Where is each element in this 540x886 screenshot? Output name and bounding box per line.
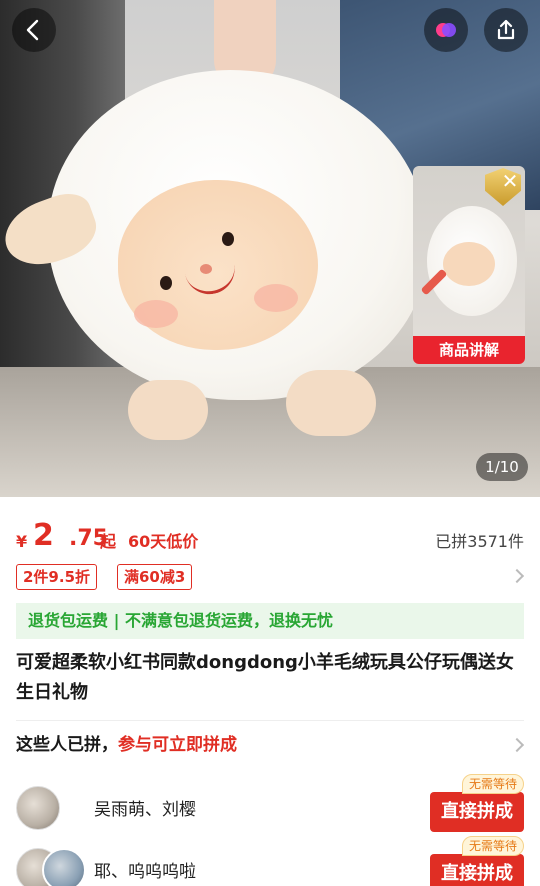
video-thumbnail-face: [443, 242, 495, 286]
product-explain-video[interactable]: ✕ 商品讲解: [413, 166, 525, 364]
low-price-tag: 60天低价: [128, 532, 199, 551]
group-buy-row: 耶、呜呜呜啦 直接拼成 无需等待: [16, 836, 524, 886]
heart-badge-icon: [436, 23, 456, 37]
group-buy-header-highlight: 参与可立即拼成: [118, 735, 237, 755]
group-buy-row: 吴雨萌、刘樱 直接拼成 无需等待: [16, 774, 524, 836]
coupon-row[interactable]: 2件9.5折 满60减3: [16, 564, 525, 590]
favorite-button[interactable]: [424, 8, 468, 52]
price-integer: 2: [33, 518, 54, 553]
sheep-cheek-right: [254, 284, 298, 312]
join-group-button[interactable]: 直接拼成: [430, 854, 524, 886]
sheep-leg-right: [286, 370, 376, 436]
price-row: ¥ 2 .75 起 60天低价 已拼3571件: [16, 518, 524, 558]
chevron-right-icon: [509, 568, 525, 584]
share-button[interactable]: [484, 8, 528, 52]
product-title: 可爱超柔软小红书同款dongdong小羊毛绒玩具公仔玩偶送女生日礼物: [16, 652, 514, 703]
sheep-leg-left: [128, 380, 208, 440]
avatar: [16, 786, 60, 830]
price-suffix: 起: [100, 532, 117, 551]
close-icon[interactable]: ✕: [499, 170, 521, 192]
no-wait-badge: 无需等待: [461, 836, 524, 856]
divider: [16, 720, 524, 721]
sheep-eye-left: [160, 276, 172, 290]
no-wait-badge: 无需等待: [461, 774, 524, 794]
guarantee-banner[interactable]: 退货包运费 | 不满意包退货运费，退换无忧: [16, 603, 524, 639]
group-buy-header[interactable]: 这些人已拼，参与可立即拼成: [16, 731, 525, 759]
chevron-right-icon: [509, 737, 525, 753]
chevron-left-icon: [26, 19, 39, 41]
group-member-names: 耶、呜呜呜啦: [94, 862, 196, 882]
group-buy-header-text: 这些人已拼，: [16, 735, 118, 755]
product-image-carousel[interactable]: ✕ 商品讲解 1/10: [0, 0, 540, 497]
coupon-tag[interactable]: 满60减3: [117, 564, 193, 590]
coupon-tag[interactable]: 2件9.5折: [16, 564, 98, 590]
currency-symbol: ¥: [16, 532, 28, 551]
sheep-eye-right: [222, 232, 234, 246]
share-icon: [497, 19, 515, 40]
sold-count: 已拼3571件: [435, 532, 524, 551]
video-label: 商品讲解: [413, 336, 525, 364]
back-button[interactable]: [12, 8, 56, 52]
join-group-button[interactable]: 直接拼成: [430, 792, 524, 832]
sheep-cheek-left: [134, 300, 178, 328]
avatar: [42, 848, 86, 886]
group-member-names: 吴雨萌、刘樱: [94, 800, 196, 820]
image-page-indicator: 1/10: [476, 453, 528, 481]
